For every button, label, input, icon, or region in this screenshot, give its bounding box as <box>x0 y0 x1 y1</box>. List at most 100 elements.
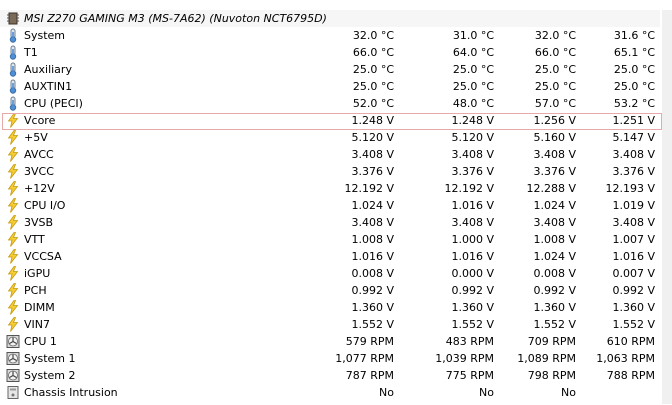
device-title: MSI Z270 GAMING M3 (MS-7A62) (Nuvoton NC… <box>24 12 327 25</box>
sensor-row[interactable]: CPU 1 579 RPM 483 RPM 709 RPM 610 RPM <box>0 333 660 350</box>
device-header-row[interactable]: MSI Z270 GAMING M3 (MS-7A62) (Nuvoton NC… <box>0 10 660 27</box>
current-value: 12.192 V <box>344 182 394 195</box>
current-value: 1.552 V <box>351 318 394 331</box>
right-panel-edge <box>662 10 672 404</box>
max-value: 3.376 V <box>533 165 576 178</box>
thermometer-icon <box>6 96 20 111</box>
average-value: 610 RPM <box>606 335 655 348</box>
lightning-icon <box>6 232 20 247</box>
lightning-icon <box>6 147 20 162</box>
sensor-name: AUXTIN1 <box>24 80 73 93</box>
max-value: 1.360 V <box>533 301 576 314</box>
average-value: 788 RPM <box>606 369 655 382</box>
sensor-name: Vcore <box>24 114 56 127</box>
lightning-icon <box>6 130 20 145</box>
sensor-name: AVCC <box>24 148 54 161</box>
sensor-name: 3VCC <box>24 165 54 178</box>
average-value: 1.552 V <box>612 318 655 331</box>
min-value: 3.408 V <box>451 148 494 161</box>
sensor-row[interactable]: Chassis Intrusion No No No <box>0 384 660 401</box>
sensor-row[interactable]: System 2 787 RPM 775 RPM 798 RPM 788 RPM <box>0 367 660 384</box>
max-value: 0.008 V <box>533 267 576 280</box>
sensor-row[interactable]: PCH 0.992 V 0.992 V 0.992 V 0.992 V <box>0 282 660 299</box>
current-value: 1.008 V <box>351 233 394 246</box>
max-value: 1.256 V <box>533 114 576 127</box>
average-value: 1.360 V <box>612 301 655 314</box>
average-value: 12.193 V <box>605 182 655 195</box>
min-value: 0.992 V <box>451 284 494 297</box>
chip-icon <box>6 11 20 26</box>
sensor-name: DIMM <box>24 301 55 314</box>
min-value: 64.0 °C <box>452 46 494 59</box>
sensor-name: +12V <box>24 182 55 195</box>
sensor-name: PCH <box>24 284 47 297</box>
sensor-name: T1 <box>24 46 38 59</box>
sensor-row[interactable]: System 1 1,077 RPM 1,039 RPM 1,089 RPM 1,063… <box>0 350 660 367</box>
sensor-row[interactable]: +12V 12.192 V 12.192 V 12.288 V 12.193 V <box>0 180 660 197</box>
current-value: 1.248 V <box>351 114 394 127</box>
sensor-row[interactable]: VIN7 1.552 V 1.552 V 1.552 V 1.552 V <box>0 316 660 333</box>
min-value: 1.016 V <box>451 199 494 212</box>
sensor-name: VCCSA <box>24 250 62 263</box>
max-value: 3.408 V <box>533 148 576 161</box>
sensor-row[interactable]: CPU (PECI) 52.0 °C 48.0 °C 57.0 °C 53.2 °C <box>0 95 660 112</box>
sensor-row[interactable]: AVCC 3.408 V 3.408 V 3.408 V 3.408 V <box>0 146 660 163</box>
lightning-icon <box>6 249 20 264</box>
thermometer-icon <box>6 79 20 94</box>
average-value: 1.251 V <box>612 114 655 127</box>
min-value: 1.360 V <box>451 301 494 314</box>
sensor-row[interactable]: iGPU 0.008 V 0.000 V 0.008 V 0.007 V <box>0 265 660 282</box>
fan-icon <box>6 368 20 383</box>
sensor-row[interactable]: DIMM 1.360 V 1.360 V 1.360 V 1.360 V <box>0 299 660 316</box>
average-value: 0.007 V <box>612 267 655 280</box>
average-value: 31.6 °C <box>613 29 655 42</box>
current-value: 3.376 V <box>351 165 394 178</box>
thermometer-icon <box>6 45 20 60</box>
sensor-name: CPU 1 <box>24 335 57 348</box>
sensor-name: System 1 <box>24 352 76 365</box>
average-value: 65.1 °C <box>613 46 655 59</box>
average-value: 25.0 °C <box>613 63 655 76</box>
current-value: 3.408 V <box>351 216 394 229</box>
current-value: 1,077 RPM <box>335 352 394 365</box>
current-value: 1.016 V <box>351 250 394 263</box>
sensor-row[interactable]: VTT 1.008 V 1.000 V 1.008 V 1.007 V <box>0 231 660 248</box>
average-value: 1,063 RPM <box>596 352 655 365</box>
max-value: 1,089 RPM <box>517 352 576 365</box>
min-value: 25.0 °C <box>452 63 494 76</box>
min-value: 1.552 V <box>451 318 494 331</box>
sensor-row[interactable]: 3VCC 3.376 V 3.376 V 3.376 V 3.376 V <box>0 163 660 180</box>
average-value: 5.147 V <box>612 131 655 144</box>
current-value: 25.0 °C <box>352 80 394 93</box>
sensor-row[interactable]: 3VSB 3.408 V 3.408 V 3.408 V 3.408 V <box>0 214 660 231</box>
thermometer-icon <box>6 62 20 77</box>
current-value: No <box>379 386 394 399</box>
sensor-name: Chassis Intrusion <box>24 386 118 399</box>
sensor-row[interactable]: Vcore 1.248 V 1.248 V 1.256 V 1.251 V <box>0 112 660 129</box>
average-value: 1.016 V <box>612 250 655 263</box>
min-value: No <box>479 386 494 399</box>
average-value: 53.2 °C <box>613 97 655 110</box>
max-value: 5.160 V <box>533 131 576 144</box>
sensor-row[interactable]: +5V 5.120 V 5.120 V 5.160 V 5.147 V <box>0 129 660 146</box>
min-value: 1.248 V <box>451 114 494 127</box>
sensor-name: 3VSB <box>24 216 54 229</box>
sensor-row[interactable]: CPU I/O 1.024 V 1.016 V 1.024 V 1.019 V <box>0 197 660 214</box>
sensor-row[interactable]: T1 66.0 °C 64.0 °C 66.0 °C 65.1 °C <box>0 44 660 61</box>
current-value: 579 RPM <box>345 335 394 348</box>
max-value: 57.0 °C <box>534 97 576 110</box>
sensor-row[interactable]: AUXTIN1 25.0 °C 25.0 °C 25.0 °C 25.0 °C <box>0 78 660 95</box>
sensor-name: System <box>24 29 66 42</box>
sensor-name: VIN7 <box>24 318 50 331</box>
sensor-name: CPU I/O <box>24 199 66 212</box>
min-value: 1.016 V <box>451 250 494 263</box>
thermometer-icon <box>6 28 20 43</box>
sensor-row[interactable]: System 32.0 °C 31.0 °C 32.0 °C 31.6 °C <box>0 27 660 44</box>
max-value: 1.024 V <box>533 199 576 212</box>
chassis-icon <box>6 385 20 400</box>
lightning-icon <box>6 300 20 315</box>
min-value: 1.000 V <box>451 233 494 246</box>
sensor-row[interactable]: Auxiliary 25.0 °C 25.0 °C 25.0 °C 25.0 °C <box>0 61 660 78</box>
lightning-icon <box>6 317 20 332</box>
sensor-row[interactable]: VCCSA 1.016 V 1.016 V 1.024 V 1.016 V <box>0 248 660 265</box>
